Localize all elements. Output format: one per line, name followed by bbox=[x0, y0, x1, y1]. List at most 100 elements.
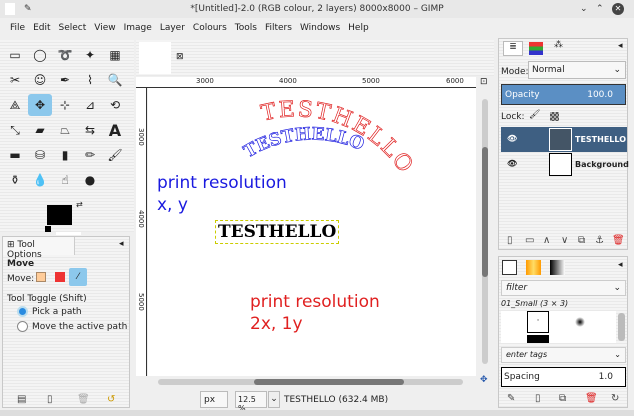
paths-tool-icon[interactable]: ✒ bbox=[56, 71, 74, 89]
zoom-dropdown[interactable]: ⌄ bbox=[268, 391, 280, 408]
shear-tool-icon[interactable]: ▰ bbox=[31, 121, 49, 139]
menu-edit[interactable]: Edit bbox=[29, 19, 54, 37]
delete-layer-icon[interactable]: 🗑 bbox=[612, 235, 625, 246]
ellipse-select-tool-icon[interactable]: ◯ bbox=[31, 46, 49, 64]
duplicate-brush-icon[interactable]: ⧉ bbox=[559, 393, 566, 404]
tab-patterns[interactable] bbox=[526, 260, 541, 275]
image-tab-thumbnail[interactable] bbox=[139, 42, 171, 74]
zoom-fit-icon[interactable]: ⊡ bbox=[480, 77, 488, 87]
horizontal-scroll-thumb[interactable] bbox=[254, 379, 404, 385]
menu-image[interactable]: Image bbox=[120, 19, 156, 37]
menu-tools[interactable]: Tools bbox=[231, 19, 261, 37]
close-button[interactable]: ✕ bbox=[612, 3, 624, 15]
move-path-icon[interactable]: ⁄ bbox=[69, 268, 87, 286]
clone-tool-icon[interactable]: ⚱ bbox=[6, 171, 24, 189]
tab-tool-options[interactable]: ⊞ Tool Options bbox=[3, 237, 75, 260]
canvas[interactable]: TESTHELLO TESTHELLO print resolution x, … bbox=[148, 88, 476, 376]
brush-fuzzy[interactable] bbox=[575, 317, 585, 327]
maximize-button[interactable]: ⌃ bbox=[596, 0, 604, 18]
vertical-scroll-thumb[interactable] bbox=[482, 147, 488, 277]
pencil-tool-icon[interactable]: ✏ bbox=[81, 146, 99, 164]
menu-colours[interactable]: Colours bbox=[189, 19, 231, 37]
horizontal-scrollbar[interactable]: ✥ bbox=[148, 375, 488, 387]
foreground-select-tool-icon[interactable]: ☺ bbox=[31, 71, 49, 89]
move-tool-icon[interactable]: ✥ bbox=[28, 94, 52, 116]
color-picker-tool-icon[interactable]: ⌇ bbox=[81, 71, 99, 89]
menu-select[interactable]: Select bbox=[55, 19, 91, 37]
panel-menu-icon[interactable]: ◂ bbox=[618, 260, 623, 270]
reset-options-icon[interactable]: ↺ bbox=[107, 394, 115, 405]
foreground-color[interactable] bbox=[47, 205, 72, 225]
scale-tool-icon[interactable]: ⤡ bbox=[6, 121, 24, 139]
delete-brush-icon[interactable]: 🗑 bbox=[585, 393, 598, 404]
vertical-ruler[interactable]: 3000 4000 5000 bbox=[136, 88, 147, 376]
menu-file[interactable]: File bbox=[6, 19, 29, 37]
tab-gradients[interactable] bbox=[550, 260, 565, 275]
brush-filter-input[interactable]: filter ⌄ bbox=[501, 280, 626, 296]
visibility-eye-icon[interactable]: 👁 bbox=[507, 159, 517, 168]
brush-grid[interactable]: · bbox=[501, 311, 616, 343]
rect-select-tool-icon[interactable]: ▭ bbox=[6, 46, 24, 64]
radio-pick-path[interactable]: Pick a path bbox=[17, 306, 82, 317]
fuzzy-select-tool-icon[interactable]: ✦ bbox=[81, 46, 99, 64]
pin-icon[interactable]: ✎ bbox=[24, 0, 32, 18]
default-colors-icon[interactable] bbox=[45, 226, 51, 232]
align-tool-icon[interactable]: ⊹ bbox=[56, 96, 74, 114]
tab-channels[interactable] bbox=[529, 42, 543, 55]
menu-filters[interactable]: Filters bbox=[261, 19, 296, 37]
restore-options-icon[interactable]: ▯ bbox=[47, 394, 53, 405]
swap-colors-icon[interactable]: ⇄ bbox=[76, 200, 83, 209]
tab-brushes[interactable] bbox=[502, 260, 517, 275]
menu-help[interactable]: Help bbox=[344, 19, 373, 37]
lower-layer-icon[interactable]: ∨ bbox=[561, 235, 568, 246]
raise-layer-icon[interactable]: ∧ bbox=[543, 235, 550, 246]
navigate-icon[interactable]: ✥ bbox=[480, 375, 488, 385]
measure-tool-icon[interactable]: ⟁ bbox=[6, 96, 24, 114]
brush-small[interactable]: · bbox=[527, 311, 549, 333]
unit-select[interactable]: px ⌄ bbox=[200, 391, 228, 415]
opacity-slider[interactable]: Opacity 100.0 bbox=[501, 84, 626, 105]
new-brush-icon[interactable]: ▯ bbox=[535, 393, 541, 404]
new-group-icon[interactable]: ▭ bbox=[525, 235, 534, 246]
active-text-layer[interactable]: TESTHELLO bbox=[215, 220, 340, 244]
refresh-brushes-icon[interactable]: ↻ bbox=[611, 393, 619, 404]
flip-tool-icon[interactable]: ⇆ bbox=[81, 121, 99, 139]
delete-options-icon[interactable]: 🗑 bbox=[77, 394, 90, 405]
panel-menu-icon[interactable]: ◂ bbox=[618, 41, 623, 51]
tab-paths[interactable]: ⁂ bbox=[554, 40, 563, 50]
move-layer-icon[interactable] bbox=[36, 272, 46, 282]
minimize-button[interactable]: ⌄ bbox=[580, 0, 588, 18]
edit-brush-icon[interactable]: ✎ bbox=[507, 393, 515, 404]
blur-tool-icon[interactable]: 💧 bbox=[31, 171, 49, 189]
zoom-input[interactable]: 12.5 % bbox=[235, 391, 267, 413]
crop-tool-icon[interactable]: ⊿ bbox=[81, 96, 99, 114]
zoom-tool-icon[interactable]: 🔍 bbox=[106, 71, 124, 89]
smudge-tool-icon[interactable]: ☝ bbox=[56, 171, 74, 189]
text-tool-icon[interactable]: A bbox=[106, 121, 124, 140]
brush-scrollbar[interactable] bbox=[618, 313, 625, 341]
menu-view[interactable]: View bbox=[90, 19, 119, 37]
close-image-icon[interactable]: ⊠ bbox=[176, 52, 184, 62]
scissors-tool-icon[interactable]: ✂ bbox=[6, 71, 24, 89]
transform-tool-icon[interactable]: ⟲ bbox=[106, 96, 124, 114]
dodge-burn-tool-icon[interactable]: ● bbox=[81, 171, 99, 189]
horizontal-ruler[interactable]: 3000 4000 5000 6000 bbox=[136, 77, 476, 88]
move-selection-icon[interactable] bbox=[55, 272, 65, 282]
duplicate-layer-icon[interactable]: ⧉ bbox=[578, 235, 585, 246]
eraser-tool-icon[interactable]: ▬ bbox=[6, 146, 24, 164]
blend-tool-icon[interactable]: ▮ bbox=[56, 146, 74, 164]
spacing-spinner[interactable]: Spacing 1.0 bbox=[501, 367, 626, 387]
menu-windows[interactable]: Windows bbox=[296, 19, 344, 37]
perspective-tool-icon[interactable]: ⏢ bbox=[56, 121, 74, 139]
menu-layer[interactable]: Layer bbox=[156, 19, 189, 37]
radio-move-active-path[interactable]: Move the active path bbox=[17, 321, 127, 332]
new-layer-icon[interactable]: ▯ bbox=[507, 235, 513, 246]
anchor-layer-icon[interactable]: ⚓ bbox=[595, 235, 604, 246]
lock-alpha-icon[interactable] bbox=[550, 112, 559, 121]
tags-input[interactable]: enter tags ⌄ bbox=[501, 347, 626, 363]
save-options-icon[interactable]: ▤ bbox=[17, 394, 26, 405]
layer-row-background[interactable]: 👁 Background bbox=[501, 152, 629, 177]
color-select-tool-icon[interactable]: ▦ bbox=[106, 46, 124, 64]
panel-menu-icon[interactable]: ◂ bbox=[119, 239, 124, 249]
paintbrush-tool-icon[interactable]: 🖌 bbox=[106, 146, 124, 164]
